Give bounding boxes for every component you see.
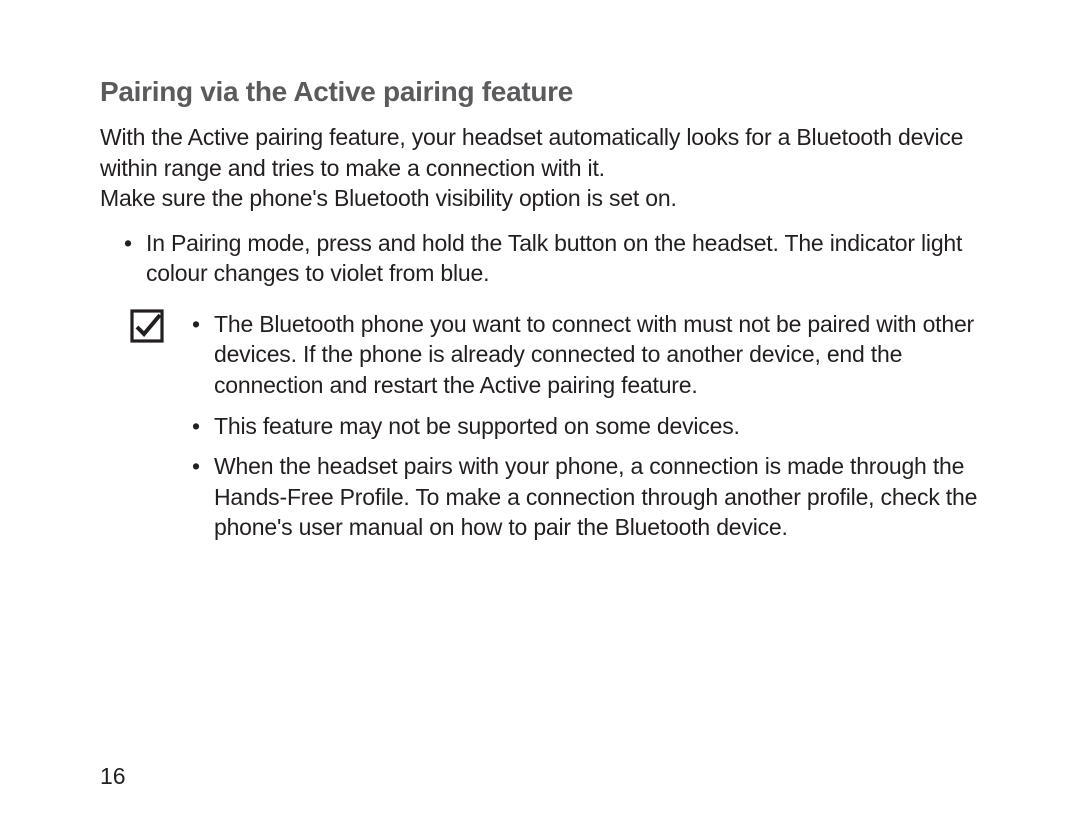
- intro-line-1: With the Active pairing feature, your he…: [100, 124, 963, 181]
- checkbox-note-icon: [130, 309, 164, 343]
- primary-bullet-list: In Pairing mode, press and hold the Talk…: [100, 228, 980, 289]
- note-bullet-list: The Bluetooth phone you want to connect …: [192, 309, 980, 543]
- primary-bullet-item: In Pairing mode, press and hold the Talk…: [146, 228, 980, 289]
- note-bullet-item: The Bluetooth phone you want to connect …: [192, 309, 980, 401]
- intro-line-2: Make sure the phone's Bluetooth visibili…: [100, 183, 980, 214]
- note-bullet-item: When the headset pairs with your phone, …: [192, 451, 980, 543]
- intro-paragraph: With the Active pairing feature, your he…: [100, 122, 980, 214]
- section-heading: Pairing via the Active pairing feature: [100, 76, 980, 108]
- note-bullet-item: This feature may not be supported on som…: [192, 411, 980, 442]
- manual-page: Pairing via the Active pairing feature W…: [0, 0, 1080, 840]
- note-block: The Bluetooth phone you want to connect …: [100, 309, 980, 543]
- page-number: 16: [100, 763, 126, 790]
